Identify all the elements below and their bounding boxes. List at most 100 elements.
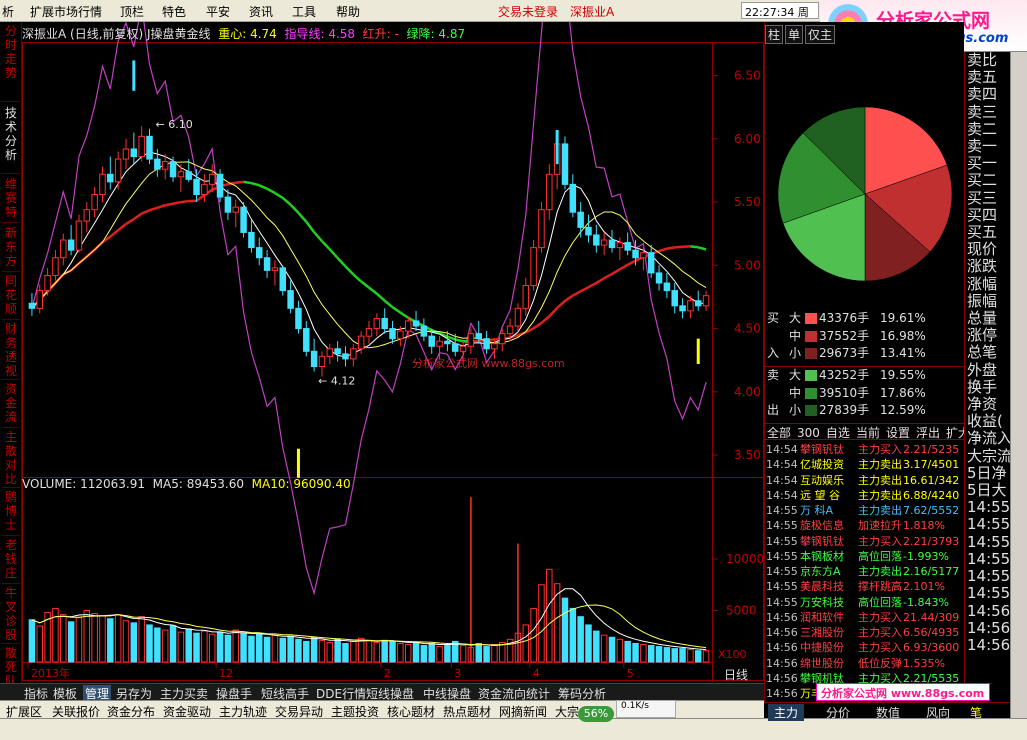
tick-tab-watchlist[interactable]: 自选	[826, 426, 850, 440]
candle-body	[216, 173, 224, 198]
tick-row[interactable]: 14:55 万安科技 高位回落 -1.843%	[765, 595, 965, 610]
tick-stock-name: 亿城投资	[800, 458, 844, 472]
time-tick-label: 2013年	[31, 666, 70, 680]
candle-body	[444, 340, 451, 345]
tick-row[interactable]: 14:55 旋极信息 加速拉升 1.818%	[765, 518, 965, 533]
left-tab-laoqianzhuang[interactable]: 老钱庄	[2, 538, 20, 584]
zhidao-value: 4.58	[328, 27, 356, 41]
left-tab-time-sharing[interactable]: 分时走势	[2, 24, 20, 102]
tick-time: 14:55	[766, 504, 798, 517]
candle-body	[624, 242, 631, 251]
menu-item-pingan[interactable]: 平安	[206, 3, 230, 20]
left-tab-new-oriental[interactable]: 新东方	[2, 226, 20, 272]
tick-row[interactable]: 14:56 润和软件 主力买入 21.44/309	[765, 610, 965, 625]
tick-type: 高位回落	[858, 549, 902, 563]
menu-item-extended-market[interactable]: 扩展市场行情	[30, 3, 102, 20]
candle-body	[404, 320, 412, 332]
tick-tab-float[interactable]: 浮出	[916, 426, 940, 440]
tick-row[interactable]: 14:55 美晨科技 撑杆跳高 2.101%	[765, 579, 965, 594]
rtab-values[interactable]: 数值	[876, 704, 900, 721]
menu-item-news[interactable]: 资讯	[249, 3, 273, 20]
trade-login-status[interactable]: 交易未登录	[498, 3, 558, 20]
volume-bar	[334, 638, 341, 663]
menu-item-analysis[interactable]: 析	[2, 3, 14, 20]
tick-row[interactable]: 14:54 攀钢钒钛 主力买入 2.21/5235	[765, 442, 965, 457]
trend-line-segment	[572, 290, 582, 297]
tick-type: 主力买入	[858, 534, 902, 548]
rtab-main-force[interactable]: 主力	[768, 704, 805, 721]
buy-small-percent: 13.41%	[880, 346, 926, 360]
candle-body	[44, 274, 51, 292]
right-tab-bar[interactable]: 柱	[765, 25, 784, 44]
tick-time: 14:55	[766, 549, 798, 563]
candle-body	[310, 350, 318, 367]
buy-medium-volume: 37552手	[819, 328, 870, 343]
vertical-scrollbar[interactable]	[1010, 52, 1027, 718]
candle-body	[161, 161, 169, 170]
right-tab-single[interactable]: 单	[785, 25, 804, 44]
watermark-text: 分析家公式网 www.88gs.com	[412, 357, 565, 370]
candle-body	[295, 307, 302, 330]
tick-row[interactable]: 14:56 三湘股份 主力买入 6.56/4935	[765, 625, 965, 640]
menu-item-help[interactable]: 帮助	[336, 3, 360, 20]
left-tab-stock-diagnosis[interactable]: 牛叉诊股	[2, 586, 20, 644]
left-tab-weisaite[interactable]: 维赛特	[2, 177, 20, 223]
tick-row[interactable]: 14:55 本钢板材 高位回落 -1.993%	[765, 549, 965, 564]
tick-row[interactable]: 14:55 攀钢钒钛 主力买入 2.21/3793	[765, 534, 965, 549]
volume-bar	[130, 622, 138, 663]
tick-row[interactable]: 14:56 绵世股份 低位反弹 1.535%	[765, 656, 965, 671]
tick-row[interactable]: 14:54 远 望 谷 主力卖出 6.88/4240	[765, 488, 965, 503]
tick-row[interactable]: 14:55 万 科A 主力卖出 7.62/5552	[765, 503, 965, 518]
left-tab-technical-analysis[interactable]: 技术分析	[2, 106, 20, 174]
candle-body	[593, 234, 600, 246]
volume-bar	[232, 629, 239, 663]
candle-body	[600, 239, 608, 246]
tick-stock-name: 中捷股份	[800, 641, 844, 655]
tick-tab-current[interactable]: 当前	[856, 426, 880, 440]
tick-row[interactable]: 14:54 互动娱乐 主力卖出 16.61/342	[765, 473, 965, 488]
time-tick-label: 4	[533, 667, 540, 680]
candle-body	[256, 247, 263, 259]
left-tab-pengboshi[interactable]: 鹏博士	[2, 490, 20, 536]
left-tab-tonghuashun[interactable]: 同花顺	[2, 274, 20, 320]
left-tab-fund-flow[interactable]: 资金流	[2, 382, 20, 428]
trend-line-segment	[564, 294, 574, 302]
right-tab-main-only[interactable]: 仅主	[805, 25, 836, 44]
left-tab-main-retail-compare[interactable]: 主散对比	[2, 430, 20, 488]
candle-body	[208, 173, 216, 185]
rtab-tick[interactable]: 笔	[970, 704, 982, 721]
tick-tab-all[interactable]: 全部	[767, 426, 791, 440]
price-tick-label: 6.50	[734, 69, 761, 83]
tick-value: 7.62/5552	[903, 504, 960, 517]
tick-tab-300[interactable]: 300	[797, 426, 820, 440]
volume-bar	[553, 583, 561, 663]
rtab-wind-direction[interactable]: 风向	[926, 704, 950, 721]
tick-row[interactable]: 14:54 亿城投资 主力卖出 3.17/4501	[765, 457, 965, 472]
tick-row[interactable]: 14:56 中捷股份 主力买入 6.93/3600	[765, 640, 965, 655]
candle-body	[279, 267, 287, 292]
volume-bar	[224, 634, 232, 663]
time-tick-label: 2	[384, 667, 391, 680]
menu-item-topbar[interactable]: 顶栏	[120, 3, 144, 20]
kline-chart-svg[interactable]: 6.50 6.00 5.50 5.00 4.50 4.00 3.50 10000 5000 X10…	[22, 22, 764, 682]
menu-item-tools[interactable]: 工具	[292, 3, 316, 20]
signal-bar-yellow	[296, 448, 300, 478]
volume-bar	[522, 624, 530, 663]
rtab-price-distribution[interactable]: 分价	[826, 704, 850, 721]
left-tab-financial-perspective[interactable]: 财务透视	[2, 322, 20, 380]
volume-label: VOLUME:	[22, 477, 77, 491]
tick-tab-settings[interactable]: 设置	[886, 426, 910, 440]
tick-time: 14:56	[766, 641, 798, 655]
trend-line-segment	[540, 315, 551, 324]
candle-body	[561, 143, 569, 185]
volume-bar	[444, 643, 451, 663]
candle-body	[52, 257, 59, 276]
menu-item-features[interactable]: 特色	[162, 3, 186, 20]
tick-row[interactable]: 14:55 京东方A 主力卖出 2.16/5177	[765, 564, 965, 579]
volume-bar	[538, 584, 545, 663]
volume-bar	[122, 620, 130, 663]
volume-bar	[397, 642, 404, 663]
volume-bar	[263, 636, 271, 663]
kline-chart-area[interactable]: 6.50 6.00 5.50 5.00 4.50 4.00 3.50 10000 5000 X10…	[22, 22, 764, 682]
candle-body	[608, 239, 616, 249]
